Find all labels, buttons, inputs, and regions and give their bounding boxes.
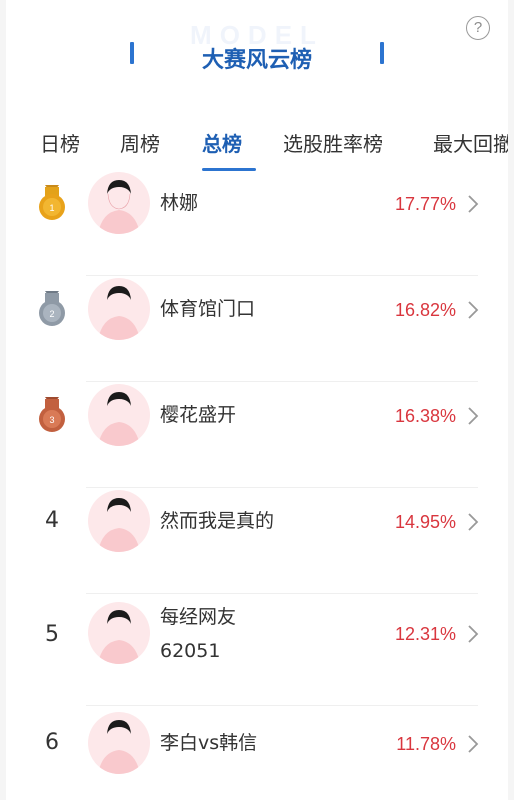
ranking-row[interactable]: 6 李白vs韩信 11.78% bbox=[6, 706, 508, 800]
user-name: 然而我是真的 bbox=[160, 510, 275, 532]
leaderboard-header: MODEL 大赛风云榜 bbox=[6, 20, 508, 90]
ranking-row[interactable]: 3 樱花盛开 16.38% bbox=[6, 382, 508, 488]
rank-number: 6 bbox=[45, 730, 59, 755]
chevron-right-icon bbox=[468, 407, 479, 425]
ranking-tabs: 日榜 周榜 总榜 选股胜率榜 最大回撤 bbox=[6, 120, 508, 172]
user-name: 每经网友 bbox=[160, 606, 237, 628]
tab-daily[interactable]: 日榜 bbox=[40, 128, 80, 157]
rank-number: 5 bbox=[45, 622, 59, 647]
tab-weekly[interactable]: 周榜 bbox=[120, 128, 160, 157]
ranking-row[interactable]: 4 然而我是真的 14.95% bbox=[6, 488, 508, 594]
title-decoration-right bbox=[380, 42, 384, 64]
avatar bbox=[88, 384, 150, 446]
avatar bbox=[88, 278, 150, 340]
rank-number: 4 bbox=[45, 508, 59, 533]
silver-medal-icon: 2 bbox=[39, 291, 65, 326]
chevron-right-icon bbox=[468, 513, 479, 531]
avatar bbox=[88, 712, 150, 774]
ranking-row[interactable]: 5 每经网友 62051 12.31% bbox=[6, 594, 508, 706]
total-return: 17.77% bbox=[394, 194, 456, 214]
total-return: 14.95% bbox=[394, 512, 456, 532]
total-return: 16.82% bbox=[394, 300, 456, 320]
user-name: 林娜 bbox=[160, 192, 199, 214]
user-name: 李白vs韩信 bbox=[160, 732, 258, 754]
page-title: 大赛风云榜 bbox=[201, 48, 312, 73]
avatar bbox=[88, 490, 150, 552]
ranking-row[interactable]: 1 林娜 17.77% bbox=[6, 170, 508, 276]
avatar bbox=[88, 602, 150, 664]
chevron-right-icon bbox=[468, 195, 479, 213]
total-return: 12.31% bbox=[394, 624, 456, 644]
total-return: 16.38% bbox=[394, 406, 456, 426]
bronze-medal-icon: 3 bbox=[39, 397, 65, 432]
user-name-line2: 62051 bbox=[160, 640, 221, 662]
ranking-row[interactable]: 2 体育馆门口 16.82% bbox=[6, 276, 508, 382]
tab-overall[interactable]: 总榜 bbox=[202, 128, 242, 157]
avatar bbox=[88, 172, 150, 234]
chevron-right-icon bbox=[468, 735, 479, 753]
chevron-right-icon bbox=[468, 625, 479, 643]
chevron-right-icon bbox=[468, 301, 479, 319]
user-name: 樱花盛开 bbox=[160, 404, 237, 426]
leaderboard-card: ? MODEL 大赛风云榜 日榜 周榜 总榜 选股胜率榜 最大回撤 1 林娜 1… bbox=[6, 0, 508, 800]
user-name: 体育馆门口 bbox=[160, 298, 256, 320]
gold-medal-icon: 1 bbox=[39, 185, 65, 220]
tab-max-drawdown[interactable]: 最大回撤 bbox=[433, 128, 508, 157]
total-return: 11.78% bbox=[396, 734, 456, 754]
tab-win-rate[interactable]: 选股胜率榜 bbox=[283, 128, 383, 157]
svg-text:2: 2 bbox=[49, 309, 54, 319]
svg-text:1: 1 bbox=[49, 203, 54, 213]
svg-text:3: 3 bbox=[49, 415, 54, 425]
